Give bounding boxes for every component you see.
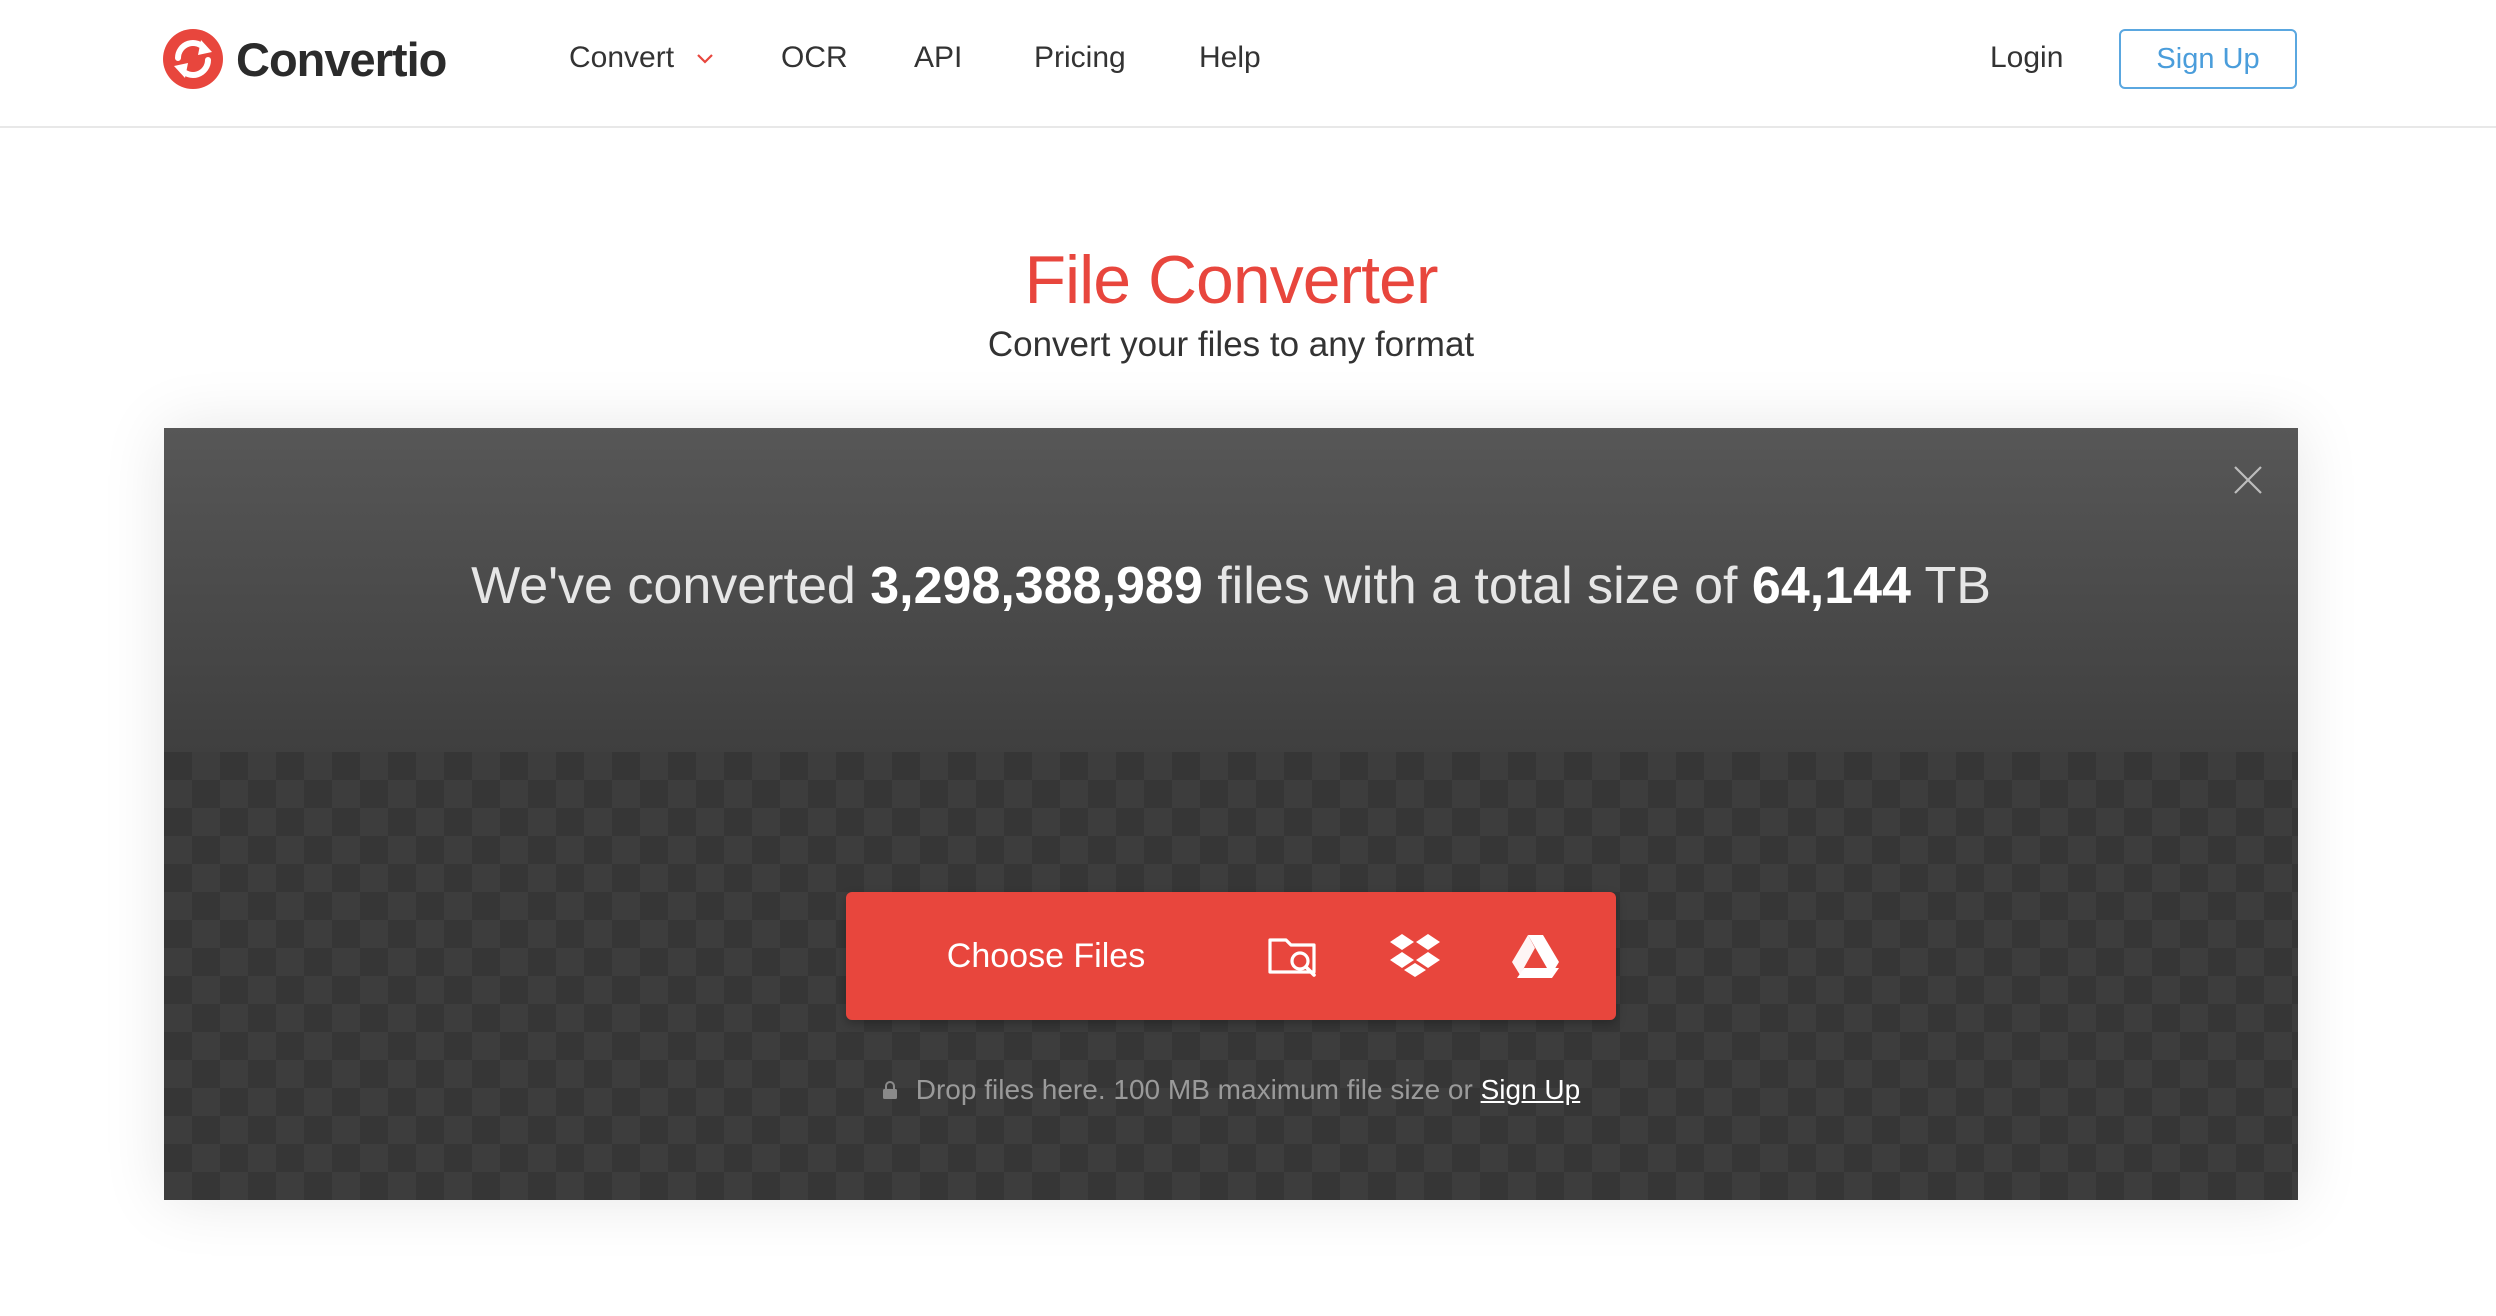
close-icon[interactable] [2232, 464, 2264, 496]
nav-convert-label: Convert [569, 41, 675, 74]
stats-prefix: We've converted [471, 557, 871, 615]
nav-help[interactable]: Help [1199, 38, 1261, 78]
nav-api[interactable]: API [914, 38, 962, 78]
stats-text: We've converted 3,298,388,989 files with… [164, 552, 2298, 620]
stats-total-size: 64,144 [1751, 557, 1911, 615]
site-header: Convertio Convert OCR API Pricing Help L… [0, 0, 2496, 128]
lock-icon [882, 1081, 897, 1099]
login-link[interactable]: Login [1990, 38, 2063, 78]
stats-middle: files with a total size of [1202, 557, 1752, 615]
signup-button[interactable]: Sign Up [2119, 29, 2297, 89]
nav-convert[interactable]: Convert [569, 38, 714, 78]
folder-search-icon[interactable] [1266, 928, 1322, 984]
stats-unit: TB [1910, 557, 1991, 615]
convertio-logo-icon [163, 29, 223, 89]
choose-files-button[interactable]: Choose Files [846, 892, 1246, 1020]
file-drop-zone[interactable]: Choose Files Drop files here. 100 MB max… [164, 752, 2298, 1200]
drop-hint-text: Drop files here. 100 MB maximum file siz… [915, 1074, 1481, 1105]
google-drive-icon[interactable] [1508, 928, 1564, 984]
upload-button-group: Choose Files [846, 892, 1616, 1020]
logo-link[interactable]: Convertio [162, 27, 447, 91]
page-subtitle: Convert your files to any format [987, 325, 1475, 364]
chevron-down-icon [697, 54, 714, 64]
converter-panel: We've converted 3,298,388,989 files with… [164, 428, 2298, 1200]
hint-signup-link[interactable]: Sign Up [1481, 1074, 1581, 1105]
nav-pricing[interactable]: Pricing [1034, 38, 1126, 78]
logo-text: Convertio [236, 32, 447, 86]
nav-ocr[interactable]: OCR [781, 38, 848, 78]
page-title: File Converter [1024, 242, 1438, 318]
stats-files-count: 3,298,388,989 [870, 557, 1203, 615]
drop-hint: Drop files here. 100 MB maximum file siz… [164, 1070, 2298, 1110]
stats-banner: We've converted 3,298,388,989 files with… [164, 428, 2298, 752]
dropbox-icon[interactable] [1387, 928, 1443, 984]
